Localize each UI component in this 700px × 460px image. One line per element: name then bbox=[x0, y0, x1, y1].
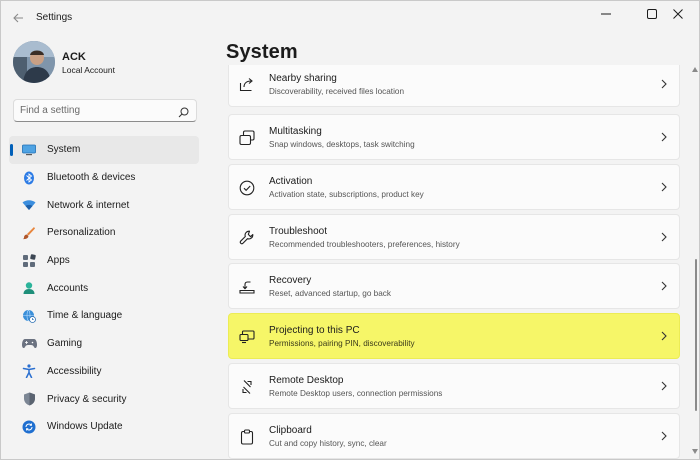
chevron-right-icon bbox=[661, 331, 667, 341]
close-icon bbox=[673, 9, 683, 19]
share-icon bbox=[238, 76, 256, 94]
sidebar-item-label: Network & internet bbox=[47, 199, 130, 211]
multitasking-icon bbox=[238, 129, 256, 147]
sidebar-item-bluetooth[interactable]: Bluetooth & devices bbox=[9, 164, 199, 192]
accessibility-icon bbox=[21, 363, 37, 379]
search-input[interactable] bbox=[20, 103, 170, 118]
bluetooth-icon bbox=[21, 170, 37, 186]
minimize-icon bbox=[601, 13, 611, 15]
search-icon[interactable] bbox=[178, 105, 189, 123]
wrench-icon bbox=[238, 229, 256, 247]
sidebar-item-label: Apps bbox=[47, 255, 70, 267]
back-button[interactable] bbox=[7, 8, 29, 28]
chevron-right-icon bbox=[661, 132, 667, 142]
globe-clock-icon bbox=[21, 308, 37, 324]
system-icon bbox=[21, 142, 37, 158]
shield-icon bbox=[21, 391, 37, 407]
sidebar-item-label: System bbox=[47, 144, 81, 156]
remote-desktop-icon bbox=[238, 378, 256, 396]
sidebar-item-accessibility[interactable]: Accessibility bbox=[9, 358, 199, 386]
card-title: Remote Desktop bbox=[269, 375, 344, 386]
search-box[interactable] bbox=[13, 99, 197, 122]
check-circle-icon bbox=[238, 179, 256, 197]
profile-name: ACK bbox=[62, 51, 86, 63]
card-subtitle: Cut and copy history, sync, clear bbox=[269, 439, 387, 448]
chevron-right-icon bbox=[661, 381, 667, 391]
user-photo-icon bbox=[13, 41, 55, 83]
projecting-icon bbox=[238, 328, 256, 346]
avatar[interactable] bbox=[13, 41, 55, 83]
card-remote-desktop[interactable]: Remote Desktop Remote Desktop users, con… bbox=[228, 363, 680, 409]
sidebar-item-apps[interactable]: Apps bbox=[9, 247, 199, 275]
settings-window: Settings ACK Local Account Find a settin… bbox=[0, 0, 700, 460]
app-title: Settings bbox=[36, 12, 73, 23]
scrollbar-thumb[interactable] bbox=[695, 259, 697, 411]
title-bar: Settings bbox=[1, 1, 699, 33]
scroll-down-arrow-icon[interactable] bbox=[692, 449, 698, 454]
sidebar-item-accounts[interactable]: Accounts bbox=[9, 274, 199, 302]
sidebar-item-label: Accounts bbox=[47, 282, 89, 294]
card-title: Nearby sharing bbox=[269, 73, 337, 84]
sidebar-item-network[interactable]: Network & internet bbox=[9, 191, 199, 219]
page-title: System bbox=[226, 41, 298, 63]
sidebar-item-system[interactable]: System bbox=[9, 136, 199, 164]
sidebar-item-label: Gaming bbox=[47, 338, 83, 350]
card-title: Clipboard bbox=[269, 425, 312, 436]
recovery-icon bbox=[238, 278, 256, 296]
gamepad-icon bbox=[21, 336, 37, 352]
sidebar-item-label: Time & language bbox=[47, 310, 123, 322]
sidebar-item-windows-update[interactable]: Windows Update bbox=[9, 413, 199, 441]
accounts-icon bbox=[21, 280, 37, 296]
card-multitasking[interactable]: Multitasking Snap windows, desktops, tas… bbox=[228, 114, 680, 160]
sidebar-item-label: Accessibility bbox=[47, 365, 102, 377]
card-nearby-sharing[interactable]: Nearby sharing Discoverability, received… bbox=[228, 65, 680, 107]
sidebar-item-label: Privacy & security bbox=[47, 393, 127, 405]
card-clipboard[interactable]: Clipboard Cut and copy history, sync, cl… bbox=[228, 413, 680, 459]
card-subtitle: Reset, advanced startup, go back bbox=[269, 289, 391, 298]
apps-icon bbox=[21, 253, 37, 269]
wifi-icon bbox=[21, 197, 37, 213]
card-title: Troubleshoot bbox=[269, 226, 327, 237]
card-title: Recovery bbox=[269, 275, 312, 286]
chevron-right-icon bbox=[661, 431, 667, 441]
card-title: Activation bbox=[269, 176, 313, 187]
card-subtitle: Permissions, pairing PIN, discoverabilit… bbox=[269, 339, 415, 348]
sidebar-item-gaming[interactable]: Gaming bbox=[9, 330, 199, 358]
sidebar-item-personalization[interactable]: Personalization bbox=[9, 219, 199, 247]
card-recovery[interactable]: Recovery Reset, advanced startup, go bac… bbox=[228, 263, 680, 309]
sidebar-item-label: Windows Update bbox=[47, 421, 123, 433]
card-subtitle: Snap windows, desktops, task switching bbox=[269, 140, 415, 149]
profile-account-type: Local Account bbox=[62, 65, 115, 75]
sidebar-item-label: Personalization bbox=[47, 227, 116, 239]
card-activation[interactable]: Activation Activation state, subscriptio… bbox=[228, 164, 680, 210]
minimize-button[interactable] bbox=[583, 1, 629, 27]
chevron-right-icon bbox=[661, 182, 667, 192]
card-title: Projecting to this PC bbox=[269, 325, 360, 336]
sidebar-item-time-language[interactable]: Time & language bbox=[9, 302, 199, 330]
card-subtitle: Remote Desktop users, connection permiss… bbox=[269, 389, 443, 398]
card-projecting-to-this-pc[interactable]: Projecting to this PC Permissions, pairi… bbox=[228, 313, 680, 359]
card-troubleshoot[interactable]: Troubleshoot Recommended troubleshooters… bbox=[228, 214, 680, 260]
brush-icon bbox=[21, 225, 37, 241]
card-subtitle: Activation state, subscriptions, product… bbox=[269, 190, 424, 199]
close-button[interactable] bbox=[655, 1, 699, 27]
card-subtitle: Recommended troubleshooters, preferences… bbox=[269, 240, 460, 249]
update-icon bbox=[21, 419, 37, 435]
chevron-right-icon bbox=[661, 281, 667, 291]
scroll-up-arrow-icon[interactable] bbox=[692, 67, 698, 72]
back-arrow-icon bbox=[12, 13, 23, 23]
settings-list: Nearby sharing Discoverability, received… bbox=[226, 65, 684, 459]
card-subtitle: Discoverability, received files location bbox=[269, 87, 404, 96]
sidebar-item-label: Bluetooth & devices bbox=[47, 172, 136, 184]
card-title: Multitasking bbox=[269, 126, 322, 137]
clipboard-icon bbox=[238, 428, 256, 446]
chevron-right-icon bbox=[661, 79, 667, 89]
sidebar-nav: System Bluetooth & devices Network & int… bbox=[9, 136, 199, 441]
sidebar-item-privacy-security[interactable]: Privacy & security bbox=[9, 385, 199, 413]
chevron-right-icon bbox=[661, 232, 667, 242]
